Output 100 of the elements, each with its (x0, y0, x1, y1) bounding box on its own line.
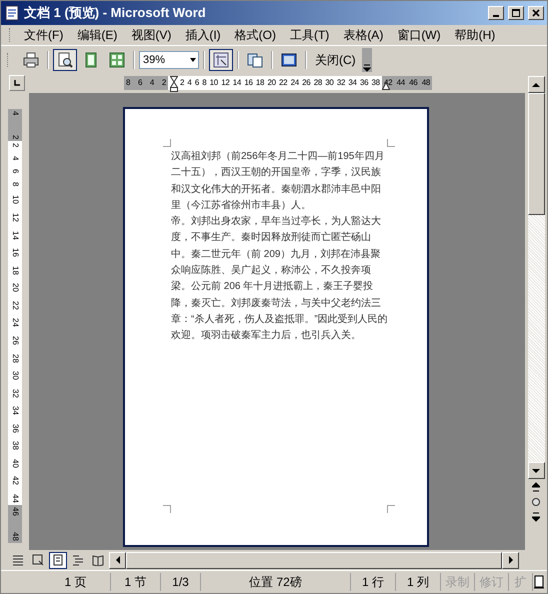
down-arrow-icon (532, 468, 540, 474)
ruler-number: 12 (221, 79, 230, 87)
toolbar-button[interactable] (53, 49, 77, 71)
status-text: 1 列 (406, 574, 429, 590)
ruler-number: 36 (360, 79, 368, 87)
ruler-number: 20 (267, 79, 276, 87)
ruler-number: 24 (290, 79, 299, 87)
menu-grip[interactable] (9, 28, 13, 42)
zoom-combo[interactable]: 39% (139, 51, 199, 69)
ruler-number: 28 (314, 79, 322, 87)
ruler-number: 2 (11, 143, 19, 148)
view-mode-icon (32, 554, 44, 566)
toolbar-options-button[interactable] (362, 48, 372, 72)
status-text: 位置 72磅 (249, 574, 302, 590)
ruler-number: 30 (325, 79, 334, 87)
ruler-number: 16 (11, 248, 19, 258)
menu-item[interactable]: 帮助(H) (450, 26, 504, 44)
ruler-number: 6 (194, 79, 199, 87)
ruler-number: 4 (11, 111, 19, 116)
close-icon (532, 9, 540, 17)
left-arrow-icon (114, 556, 120, 564)
ruler-number: 20 (11, 283, 19, 292)
ruler-number: 18 (11, 266, 19, 275)
ruler-number: 34 (348, 79, 357, 87)
menu-item[interactable]: 插入(I) (180, 26, 230, 44)
scroll-down-button[interactable] (528, 462, 544, 479)
menu-item[interactable]: 工具(T) (284, 26, 338, 44)
ruler-number: 40 (11, 458, 19, 468)
ruler-number: 8 (202, 79, 206, 87)
ruler-number: 46 (11, 507, 19, 516)
left-tab-icon (13, 79, 21, 87)
zoom-value: 39% (143, 54, 166, 66)
ruler-number: 44 (396, 79, 405, 87)
status-text: 1 节 (124, 574, 146, 590)
status-text: 扩 (514, 574, 526, 590)
ruler-number: 34 (11, 406, 19, 416)
maximize-icon (512, 9, 520, 17)
ruler-number: 10 (11, 195, 19, 204)
scroll-left-button[interactable] (109, 552, 126, 568)
crop-mark (163, 139, 171, 147)
ruler-number: 14 (11, 230, 19, 240)
double-up-arrow-icon (532, 482, 540, 492)
menu-item[interactable]: 文件(F) (19, 26, 72, 44)
ruler-number: 2 (162, 79, 166, 87)
menu-item[interactable]: 窗口(W) (392, 26, 450, 44)
status-text: 1 页 (64, 574, 86, 590)
crop-mark (387, 139, 395, 147)
paragraph: 汉高祖刘邦（前256年冬月二十四—前195年四月二十五），西汉王朝的开国皇帝，字季，汉民族和汉文化伟大的开拓者。秦朝泗水郡沛丰邑中阳里（今江苏省徐州市丰县）人。 (171, 150, 386, 213)
ruler-number: 22 (11, 300, 19, 310)
ruler-number: 8 (126, 79, 130, 87)
single-page-icon (83, 52, 99, 68)
ruler-number: 14 (232, 79, 242, 87)
scroll-thumb[interactable] (528, 93, 544, 215)
menu-item[interactable]: 格式(O) (230, 26, 285, 44)
ruler-number: 48 (422, 79, 430, 87)
status-text: 1/3 (172, 575, 189, 589)
status-text: 修订 (480, 574, 504, 590)
tab-stop-button[interactable] (9, 75, 25, 91)
up-arrow-icon (532, 82, 540, 88)
book-icon (533, 575, 545, 589)
ruler-number: 46 (409, 79, 418, 87)
status-text: 1 行 (362, 574, 384, 590)
ruler-number: 32 (11, 388, 19, 398)
status-text: 录制 (446, 574, 470, 590)
menu-item[interactable]: 视图(V) (126, 26, 180, 44)
ruler-number: 42 (11, 476, 19, 486)
view-mode-icon (92, 554, 104, 566)
ruler-number: 24 (11, 318, 19, 328)
ruler-number: 4 (187, 79, 192, 87)
ruler-number: 26 (11, 336, 19, 345)
horizontal-scroll-thumb[interactable] (126, 552, 502, 568)
scroll-right-button[interactable] (502, 552, 519, 568)
ruler-number: 6 (11, 169, 19, 174)
ruler-number: 42 (384, 79, 392, 87)
ruler-number: 10 (210, 79, 218, 87)
ruler-number: 2 (180, 79, 184, 87)
paragraph: 帝。刘邦出身农家，早年当过亭长，为人豁达大度，不事生产。秦时因释放刑徒而亡匿芒砀山中。秦二世元年（前 209）九月，刘邦在沛县聚众响应陈胜、吴广起义，称沛公，不久投奔项梁。公元前 206 年十月进抵霸上，秦王子婴投降，秦灭亡。刘邦废秦苛法，与关中父老约法三章：“杀人者死，伤人及盗抵罪。”因此受到人民的欢迎。项羽击破秦军主力后，也引兵入关。 (171, 214, 389, 344)
ruler-number: 32 (336, 79, 346, 87)
ruler-number: 48 (11, 532, 19, 541)
minimize-button[interactable] (488, 6, 504, 20)
view-button[interactable] (49, 552, 67, 568)
ruler-view-icon (213, 52, 229, 68)
menu-item[interactable]: 表格(A) (338, 26, 392, 44)
window-title: 文档 1 (预览) - Microsoft Word (24, 4, 207, 22)
close-preview-button[interactable]: 关闭(C) (311, 49, 360, 71)
indent-marker[interactable] (170, 76, 178, 92)
ruler-number: 38 (372, 79, 380, 87)
toolbar-grip[interactable] (7, 53, 11, 67)
double-down-arrow-icon (532, 512, 540, 522)
multiple-pages-icon (109, 52, 125, 68)
circle-icon (531, 496, 541, 506)
maximize-button[interactable] (508, 6, 524, 20)
toolbar-button[interactable] (209, 49, 233, 71)
scroll-up-button[interactable] (528, 76, 544, 93)
crop-mark (163, 505, 171, 513)
menu-item[interactable]: 编辑(E) (72, 26, 126, 44)
close-button[interactable] (528, 6, 544, 20)
ruler-number: 38 (11, 441, 19, 450)
printer-icon (23, 52, 39, 68)
chevron-down-icon (362, 64, 371, 72)
